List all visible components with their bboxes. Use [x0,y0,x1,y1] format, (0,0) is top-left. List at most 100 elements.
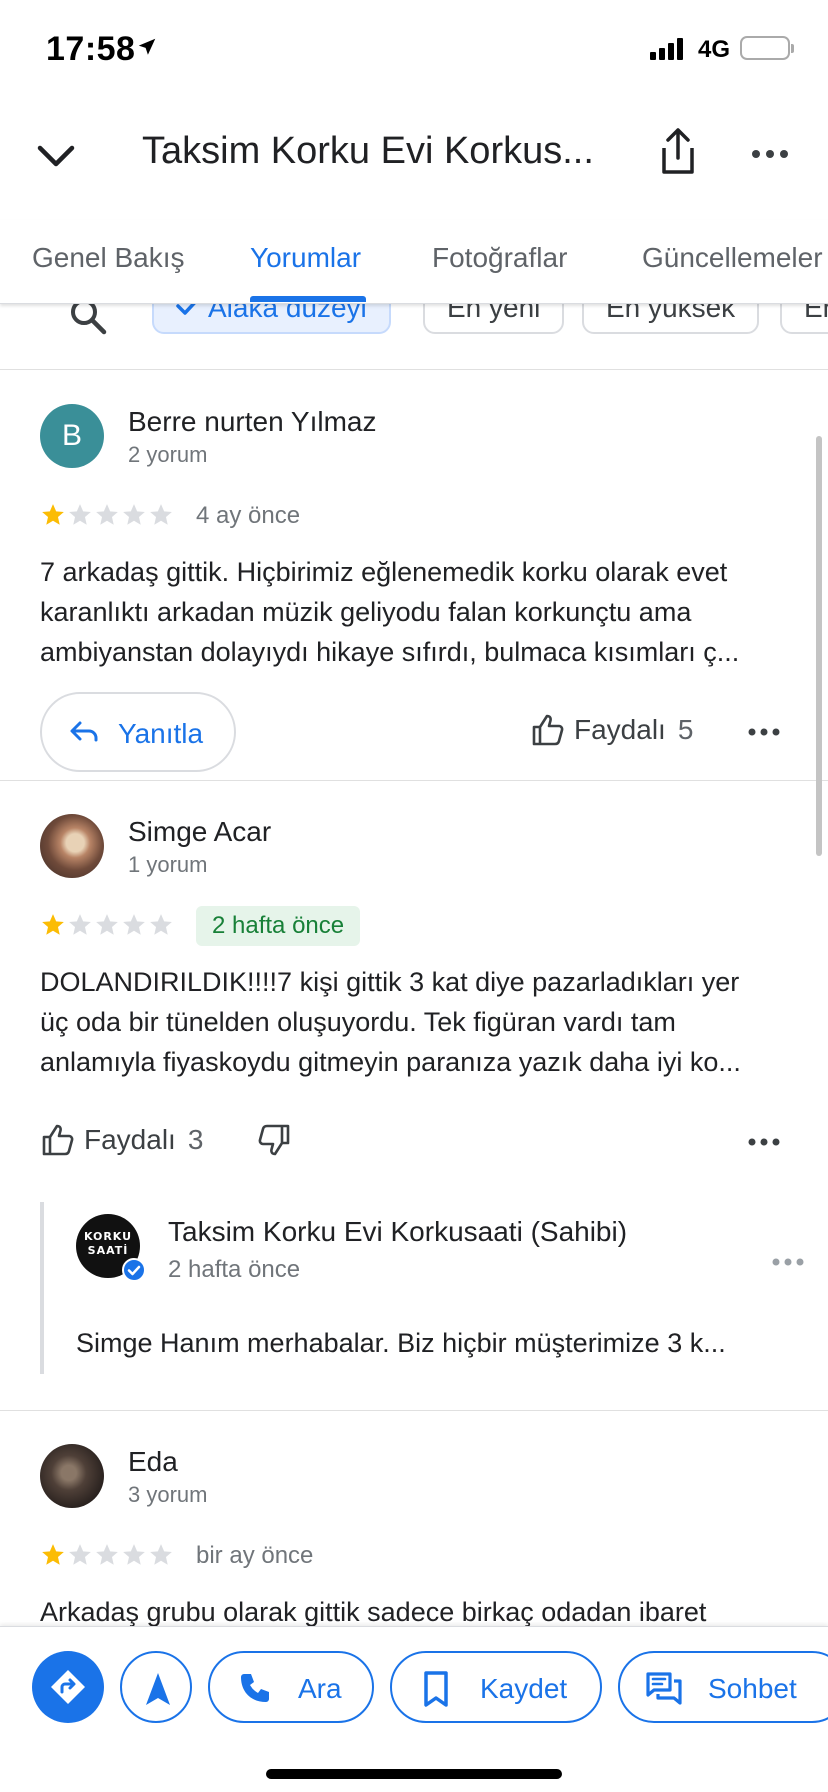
helpful-label: Faydalı [84,1124,176,1155]
owner-logo-line: KORKU [83,1230,133,1243]
owner-reply-text[interactable]: Simge Hanım merhabalar. Biz hiçbir müşte… [76,1328,776,1359]
directions-button[interactable] [32,1651,104,1723]
owner-logo: KORKU SAATİ [76,1230,140,1258]
reviewer-name[interactable]: Eda [128,1446,178,1478]
star-empty-icon [96,1544,118,1565]
star-empty-icon [150,914,172,935]
status-bar: 17:58 4G [0,0,828,100]
review-text-line: 7 arkadaş gittik. Hiçbirimiz eğlenemedik… [40,557,728,587]
review-text[interactable]: DOLANDIRILDIK!!!!7 kişi gittik 3 kat diy… [40,962,790,1082]
review-date-badge: 2 hafta önce [196,906,361,946]
verified-badge-icon [122,1258,146,1282]
owner-reply-date: 2 hafta önce [168,1256,301,1283]
helpful-count: 5 [677,714,694,745]
star-rating [40,1542,174,1568]
review-text-line: Arkadaş grubu olarak gittik sadece birka… [40,1597,707,1626]
star-empty-icon [96,504,118,525]
star-rating [40,912,174,938]
thumbs-up-icon [532,714,564,746]
start-navigation-button[interactable] [120,1651,192,1723]
review-more-icon[interactable] [742,1132,786,1152]
helpful-count: 3 [187,1124,204,1155]
chat-button[interactable]: Sohbet [618,1651,828,1723]
location-arrow-icon [136,36,158,63]
phone-icon [241,1674,269,1702]
status-time: 17:58 [46,30,136,68]
review-card: B Berre nurten Yılmaz 2 yorum 4 ay önce … [0,372,828,782]
helpful-button[interactable]: Faydalı 3 [40,1122,203,1158]
review-card: Simge Acar 1 yorum 2 hafta önce DOLANDIR… [0,782,828,1412]
more-options-icon[interactable] [748,132,792,176]
battery-icon [740,36,794,60]
navigate-icon [146,1673,170,1705]
helpful-button[interactable]: Faydalı 5 [530,712,693,748]
helpful-label: Faydalı [574,714,666,745]
cellular-signal-icon [650,38,683,60]
star-filled-icon [42,1544,64,1565]
reviewer-name[interactable]: Simge Acar [128,816,271,848]
reviewer-review-count: 1 yorum [128,852,208,877]
tab-photos[interactable]: Fotoğraflar [432,242,567,274]
save-button[interactable]: Kaydet [390,1651,602,1723]
chat-icon [646,1672,682,1705]
chat-label: Sohbet [708,1673,797,1704]
star-empty-icon [123,504,145,525]
review-card: Eda 3 yorum bir ay önce Arkadaş grubu ol… [0,1412,828,1626]
avatar[interactable] [40,1444,104,1508]
star-filled-icon [42,914,64,935]
bookmark-icon [424,1671,448,1707]
call-label: Ara [298,1673,342,1704]
review-text[interactable]: Arkadaş grubu olarak gittik sadece birka… [40,1592,790,1626]
owner-name: Taksim Korku Evi Korkusaati (Sahibi) [168,1216,628,1247]
divider [0,1410,828,1411]
owner-reply: KORKU SAATİ Taksim Korku Evi Korkusaati … [40,1202,828,1374]
reviewer-review-count: 2 yorum [128,442,208,467]
chevron-down-icon[interactable] [34,134,78,178]
star-empty-icon [69,504,91,525]
review-more-icon[interactable] [742,722,786,742]
review-text-line: DOLANDIRILDIK!!!!7 kişi gittik 3 kat diy… [40,967,740,997]
scrollbar[interactable] [816,436,822,856]
call-button[interactable]: Ara [208,1651,374,1723]
review-text[interactable]: 7 arkadaş gittik. Hiçbirimiz eğlenemedik… [40,552,790,672]
star-empty-icon [123,1544,145,1565]
owner-avatar[interactable]: KORKU SAATİ [76,1214,146,1282]
star-empty-icon [69,1544,91,1565]
star-empty-icon [150,504,172,525]
divider [0,780,828,781]
tab-bar: Genel Bakış Yorumlar Fotoğraflar Güncell… [0,220,828,304]
owner-reply-more-icon[interactable] [766,1252,810,1272]
tab-overview[interactable]: Genel Bakış [32,242,185,274]
tab-reviews[interactable]: Yorumlar [250,242,361,274]
reply-button[interactable]: Yanıtla [40,692,236,772]
thumbs-up-icon [42,1124,74,1156]
bottom-action-bar: Ara Kaydet Sohbet [0,1626,828,1792]
reply-label: Yanıtla [118,718,204,749]
star-empty-icon [69,914,91,935]
review-date: 4 ay önce [196,502,301,529]
page-title: Taksim Korku Evi Korkus... [142,130,594,172]
star-empty-icon [150,1544,172,1565]
review-text-line: ambiyanstan dolayıydı hikaye sıfırdı, bu… [40,637,740,667]
place-header: Taksim Korku Evi Korkus... [0,110,828,200]
review-date: bir ay önce [196,1542,314,1569]
avatar[interactable] [40,814,104,878]
reviewer-name[interactable]: Berre nurten Yılmaz [128,406,377,438]
avatar[interactable]: B [40,404,104,468]
home-indicator [266,1769,562,1779]
star-empty-icon [96,914,118,935]
tab-updates[interactable]: Güncellemeler [642,242,823,274]
owner-logo-line: SAATİ [87,1244,129,1257]
review-text-line: üç oda bir tünelden oluşuyordu. Tek figü… [40,1007,676,1037]
thumbs-down-icon[interactable] [256,1122,292,1158]
review-text-line: karanlıktı arkadan müzik geliyodu falan … [40,597,692,627]
save-label: Kaydet [480,1673,568,1704]
review-text-line: anlamıyla fiyaskoydu gitmeyin paranıza y… [40,1047,741,1077]
star-filled-icon [42,504,64,525]
share-icon[interactable] [656,126,700,176]
network-type: 4G [698,36,731,63]
active-tab-indicator [250,296,366,302]
star-rating [40,502,174,528]
star-empty-icon [123,914,145,935]
directions-icon [51,1670,85,1704]
